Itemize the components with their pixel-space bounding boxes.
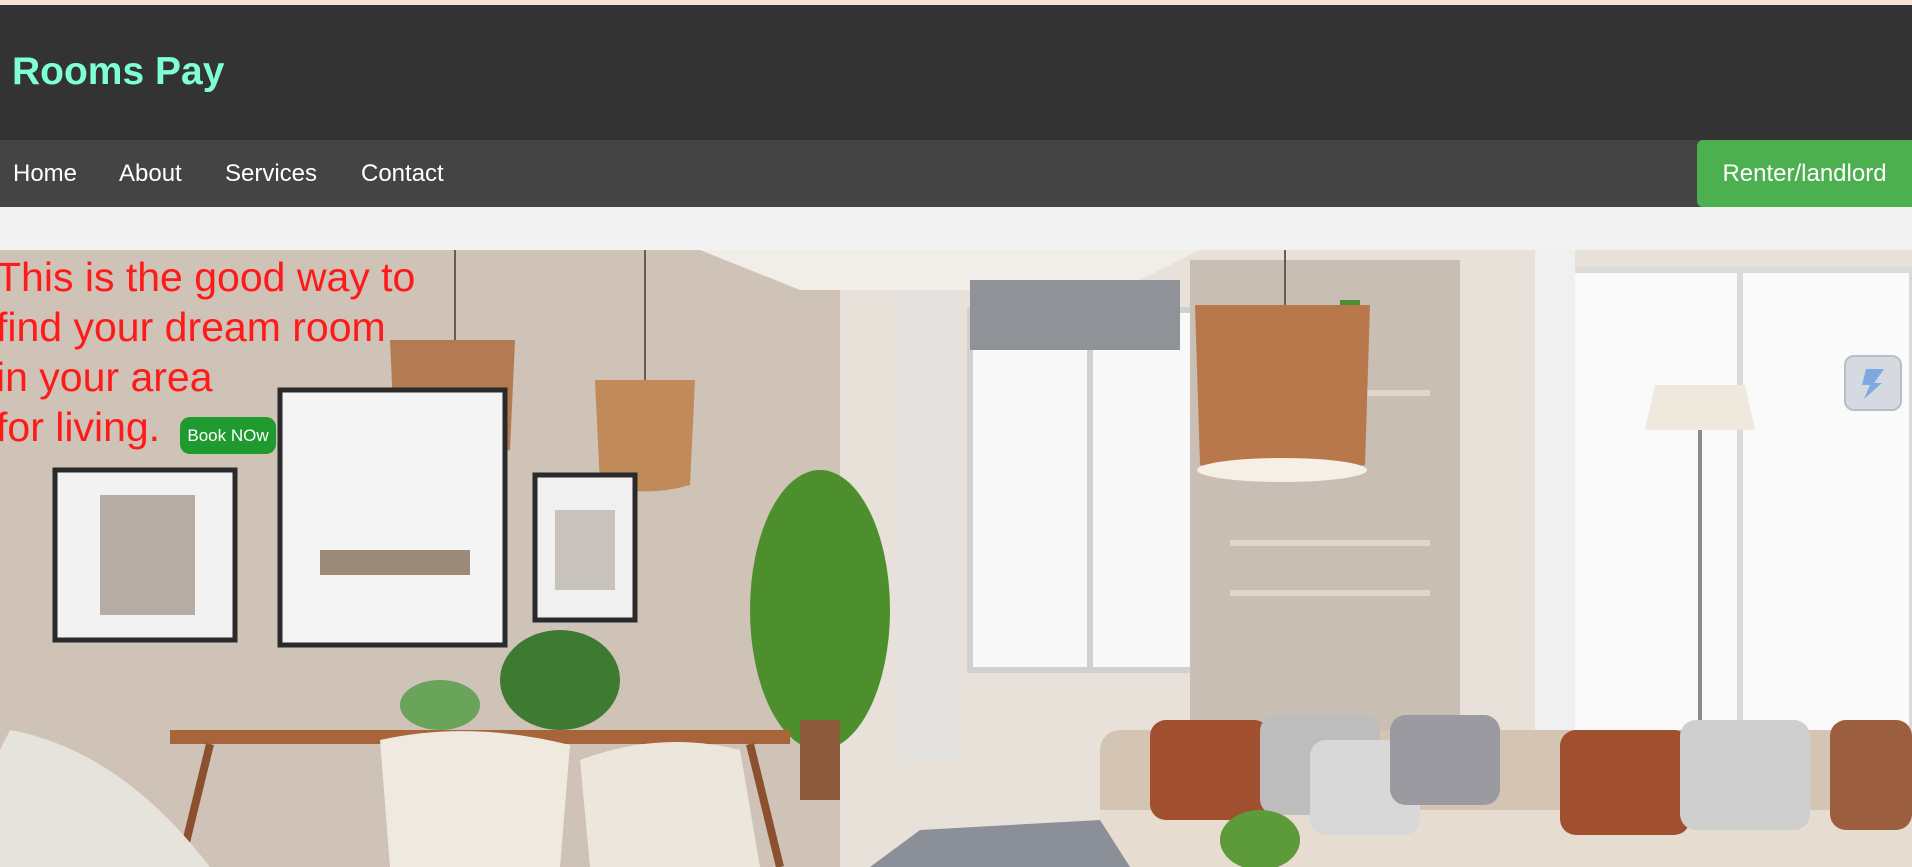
site-header: Rooms Pay: [0, 5, 1912, 140]
nav-item-services[interactable]: Services: [225, 140, 317, 207]
tagline-line-2: find your dream room: [0, 304, 386, 350]
main-nav: Home About Services Contact Renter/landl…: [0, 140, 1912, 207]
renter-landlord-button[interactable]: Renter/landlord: [1697, 140, 1912, 207]
brand-logo[interactable]: Rooms Pay: [12, 49, 224, 95]
nav-item-about[interactable]: About: [119, 140, 182, 207]
floating-widget[interactable]: [1844, 355, 1902, 411]
tagline-line-1: This is the good way to: [0, 254, 416, 300]
nav-item-home[interactable]: Home: [13, 140, 77, 207]
lightning-icon: [1862, 369, 1884, 399]
book-now-button[interactable]: Book NOw: [180, 417, 276, 454]
nav-item-contact[interactable]: Contact: [361, 140, 444, 207]
spacer: [0, 207, 1912, 250]
tagline-line-3: in your area: [0, 354, 213, 400]
